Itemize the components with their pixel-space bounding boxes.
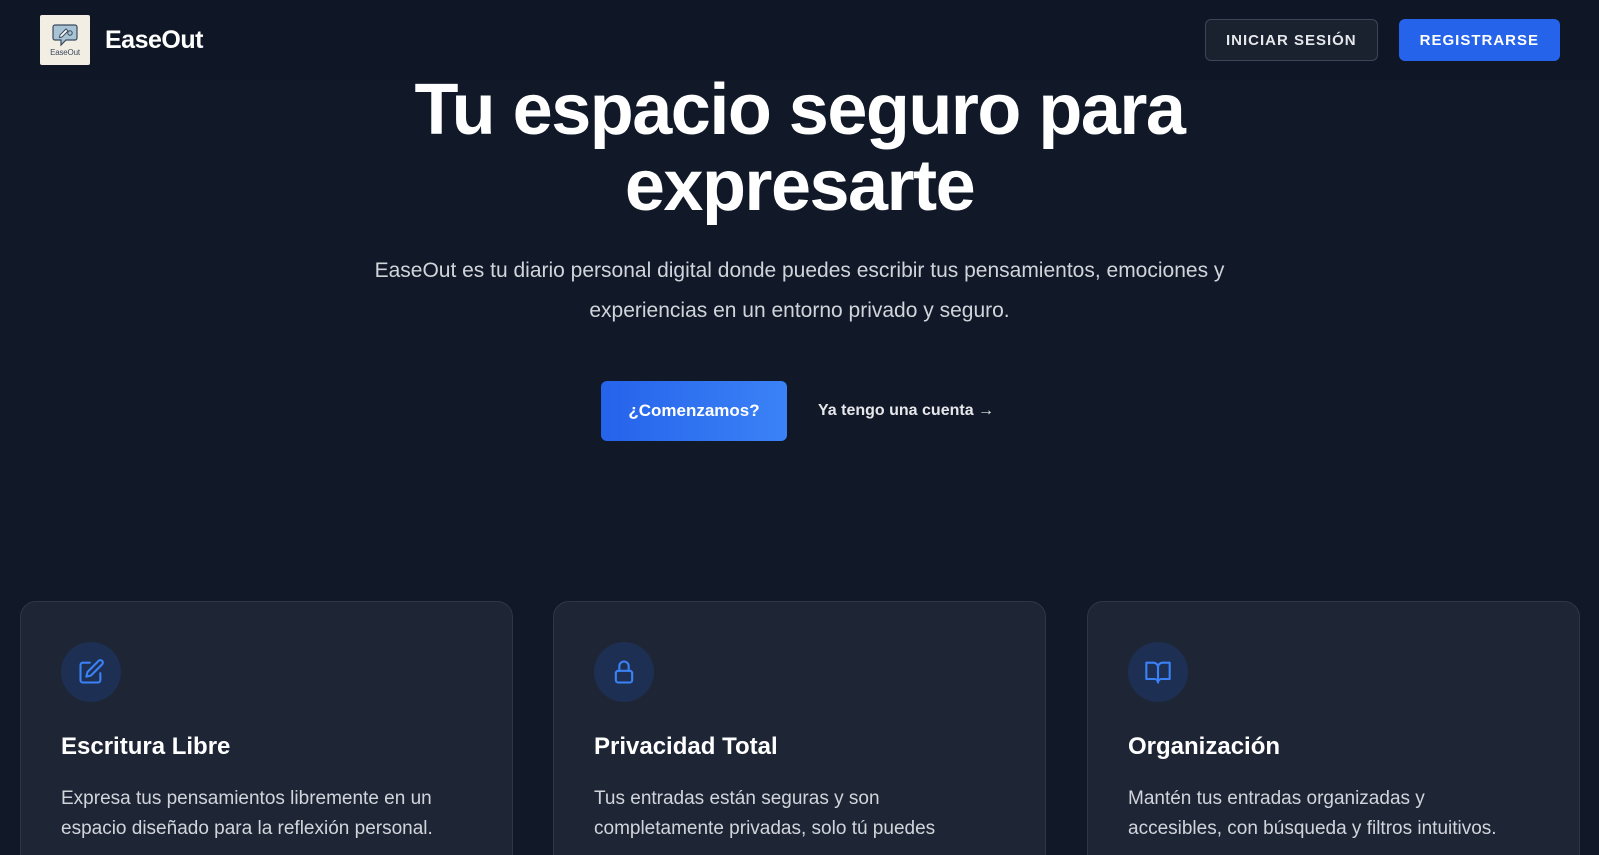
hero-title: Tu espacio seguro para expresarte bbox=[0, 72, 1599, 224]
feature-card-privacy: Privacidad Total Tus entradas están segu… bbox=[553, 601, 1046, 855]
feature-icon-badge bbox=[61, 642, 121, 702]
existing-account-link[interactable]: Ya tengo una cuenta → bbox=[818, 402, 994, 420]
feature-icon-badge bbox=[1128, 642, 1188, 702]
cta-row: ¿Comenzamos? Ya tengo una cuenta → bbox=[601, 381, 994, 441]
hero-subtitle-line-2: experiencias en un entorno privado y seg… bbox=[589, 299, 1010, 322]
feature-description-line-1: Expresa tus pensamientos libremente en u… bbox=[61, 788, 432, 809]
feature-description: Tus entradas están seguras y son complet… bbox=[594, 784, 1005, 844]
lock-icon bbox=[614, 660, 634, 684]
feature-description: Mantén tus entradas organizadas y accesi… bbox=[1128, 784, 1539, 844]
feature-description-line-2: espacio diseñado para la reflexión perso… bbox=[61, 818, 433, 839]
hero-subtitle-line-1: EaseOut es tu diario personal digital do… bbox=[374, 259, 1225, 282]
feature-description-line-1: Mantén tus entradas organizadas y bbox=[1128, 788, 1425, 809]
top-navbar: EaseOut EaseOut INICIAR SESIÓN REGISTRAR… bbox=[0, 0, 1599, 80]
register-button[interactable]: REGISTRARSE bbox=[1398, 19, 1560, 61]
feature-description-line-1: Tus entradas están seguras y son bbox=[594, 788, 880, 809]
feature-description-line-2: accesibles, con búsqueda y filtros intui… bbox=[1128, 818, 1497, 839]
logo[interactable]: EaseOut bbox=[40, 15, 90, 65]
feature-icon-badge bbox=[594, 642, 654, 702]
brand-name[interactable]: EaseOut bbox=[105, 26, 203, 55]
feature-description: Expresa tus pensamientos libremente en u… bbox=[61, 784, 472, 844]
feature-title: Escritura Libre bbox=[61, 733, 231, 760]
hero-title-line-2: expresarte bbox=[624, 146, 976, 226]
pencil-square-icon bbox=[79, 659, 104, 684]
nav-actions: INICIAR SESIÓN REGISTRARSE bbox=[1204, 19, 1560, 61]
brand[interactable]: EaseOut EaseOut bbox=[40, 15, 203, 65]
book-open-icon bbox=[1145, 661, 1171, 684]
feature-title: Organización bbox=[1128, 733, 1281, 760]
logo-text: EaseOut bbox=[50, 48, 80, 57]
chat-bubble-pencil-icon bbox=[52, 24, 78, 47]
get-started-button[interactable]: ¿Comenzamos? bbox=[601, 381, 787, 441]
login-button[interactable]: INICIAR SESIÓN bbox=[1204, 19, 1378, 61]
hero-subtitle: EaseOut es tu diario personal digital do… bbox=[300, 251, 1299, 331]
hero-title-line-1: Tu espacio seguro para bbox=[414, 70, 1186, 150]
feature-card-organization: Organización Mantén tus entradas organiz… bbox=[1087, 601, 1580, 855]
feature-card-writing: Escritura Libre Expresa tus pensamientos… bbox=[20, 601, 513, 855]
feature-title: Privacidad Total bbox=[594, 733, 778, 760]
feature-description-line-2: completamente privadas, solo tú puedes bbox=[594, 818, 936, 839]
